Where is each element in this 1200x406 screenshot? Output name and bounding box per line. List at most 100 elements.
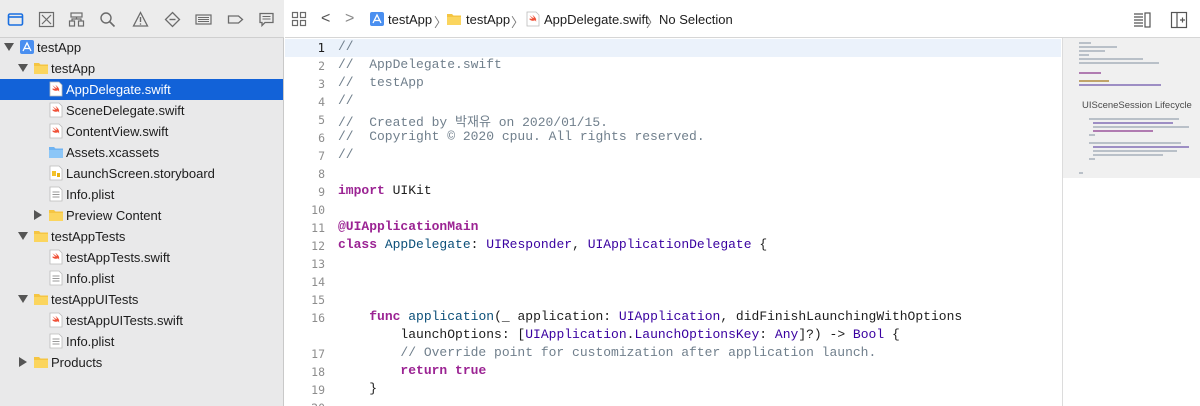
plist-file-icon [48, 270, 64, 286]
minimap-line [1079, 58, 1143, 60]
line-number: 19 [311, 383, 325, 397]
symbol-navigator-icon[interactable] [66, 9, 86, 29]
breadcrumb-symbol[interactable]: No Selection [659, 12, 733, 27]
line-number: 1 [317, 40, 325, 55]
breadcrumb-project[interactable]: testApp [388, 12, 432, 27]
source-control-icon[interactable] [36, 9, 56, 29]
code-line: // Created by 박재유 on 2020/01/15. [338, 115, 608, 130]
line-number: 5 [318, 113, 325, 127]
code-line: func application(_ application: UIApplic… [369, 309, 963, 324]
tree-item-info-plist[interactable]: Info.plist [0, 184, 283, 205]
tree-item-label: Preview Content [66, 208, 162, 223]
add-editor-icon[interactable] [1170, 11, 1188, 29]
folder-icon [33, 60, 49, 76]
minimap-line [1079, 50, 1105, 52]
jump-bar: < > testApp 〉 testApp 〉 AppDelegate.swif… [285, 0, 1200, 38]
tree-item-folder-testappuitests[interactable]: testAppUITests [0, 289, 283, 310]
asset-catalog-icon [48, 144, 64, 160]
tree-item-label: Info.plist [66, 187, 115, 202]
breakpoint-icon[interactable] [225, 9, 245, 29]
disclosure-expanded-icon[interactable] [4, 42, 14, 52]
breadcrumb-separator: 〉 [511, 15, 525, 30]
tree-item-info-plist[interactable]: Info.plist [0, 331, 283, 352]
tree-item-info-plist[interactable]: Info.plist [0, 268, 283, 289]
back-button[interactable]: < [321, 10, 330, 28]
minimap-line [1089, 158, 1095, 160]
folder-icon [446, 11, 462, 27]
tree-item-preview-content[interactable]: Preview Content [0, 205, 283, 226]
line-number: 6 [318, 131, 325, 145]
minimap-line [1089, 118, 1179, 120]
issue-icon[interactable] [130, 9, 150, 29]
tree-item-project-testapp[interactable]: testApp [0, 37, 283, 58]
code-line: // Override point for customization afte… [338, 345, 877, 360]
tree-item-assets[interactable]: Assets.xcassets [0, 142, 283, 163]
code-line: return true [400, 363, 487, 378]
project-navigator-icon[interactable] [5, 9, 25, 29]
project-icon [369, 11, 385, 27]
minimap-mark-label[interactable]: UISceneSession Lifecycle [1082, 100, 1192, 111]
tree-item-testapptests-swift[interactable]: testAppTests.swift [0, 247, 283, 268]
minimap[interactable]: UISceneSession Lifecycle [1062, 38, 1200, 406]
tree-item-label: SceneDelegate.swift [66, 103, 185, 118]
tree-item-label: testAppUITests [51, 292, 139, 307]
minimap-line [1079, 54, 1089, 56]
code-line: } [338, 381, 378, 396]
minimap-line [1093, 146, 1189, 148]
source-editor[interactable]: 1 // 2 // AppDelegate.swift 3 // testApp… [285, 38, 1061, 406]
related-items-icon[interactable] [291, 11, 307, 27]
minimap-line [1079, 84, 1161, 86]
disclosure-expanded-icon[interactable] [18, 231, 28, 241]
minimap-line [1093, 130, 1153, 132]
minimap-line [1089, 134, 1095, 136]
editor-options-icon[interactable] [1133, 11, 1151, 29]
tree-item-label: testAppTests [51, 229, 126, 244]
line-number: 12 [311, 239, 325, 253]
minimap-line [1079, 42, 1091, 44]
tree-item-folder-testapptests[interactable]: testAppTests [0, 226, 283, 247]
line-number: 18 [311, 365, 325, 379]
tree-item-appdelegate[interactable]: AppDelegate.swift [0, 79, 283, 100]
minimap-line [1089, 142, 1181, 144]
line-number: 7 [318, 149, 325, 163]
tree-item-testappuitests-swift[interactable]: testAppUITests.swift [0, 310, 283, 331]
breadcrumb-file[interactable]: AppDelegate.swift [544, 12, 649, 27]
line-number: 16 [311, 311, 325, 325]
tree-item-label: Assets.xcassets [66, 145, 160, 160]
tree-item-label: LaunchScreen.storyboard [66, 166, 215, 181]
line-number: 3 [318, 77, 325, 91]
find-icon[interactable] [97, 9, 117, 29]
disclosure-expanded-icon[interactable] [18, 294, 28, 304]
line-number: 20 [285, 401, 325, 406]
forward-button[interactable]: > [345, 10, 354, 28]
line-number: 8 [318, 167, 325, 181]
disclosure-collapsed-icon[interactable] [33, 210, 43, 220]
line-number: 10 [311, 203, 325, 217]
breadcrumb-folder[interactable]: testApp [466, 12, 510, 27]
project-navigator: testApp testApp AppDelegate.swift SceneD… [0, 0, 284, 406]
tree-item-label: AppDelegate.swift [66, 82, 171, 97]
debug-icon[interactable] [193, 9, 213, 29]
tree-item-folder-testapp[interactable]: testApp [0, 58, 283, 79]
swift-file-icon [525, 11, 541, 27]
minimap-line [1093, 122, 1173, 124]
disclosure-collapsed-icon[interactable] [18, 357, 28, 367]
line-number: 17 [311, 347, 325, 361]
code-line: // testApp [338, 75, 424, 90]
tree-item-label: Products [51, 355, 103, 370]
tree-item-scenedelegate[interactable]: SceneDelegate.swift [0, 100, 283, 121]
tree-item-label: testAppUITests.swift [66, 313, 184, 328]
code-line: @UIApplicationMain [338, 219, 479, 234]
minimap-line [1079, 46, 1117, 48]
tree-item-launchscreen[interactable]: LaunchScreen.storyboard [0, 163, 283, 184]
test-icon[interactable] [162, 9, 182, 29]
report-icon[interactable] [256, 9, 276, 29]
tree-item-folder-products[interactable]: Products [0, 352, 283, 373]
line-number: 9 [318, 185, 325, 199]
line-number: 4 [318, 95, 325, 109]
code-line: launchOptions: [UIApplication.LaunchOpti… [338, 327, 900, 342]
disclosure-expanded-icon[interactable] [18, 63, 28, 73]
line-number: 13 [311, 257, 325, 271]
tree-item-contentview[interactable]: ContentView.swift [0, 121, 283, 142]
breadcrumb-separator: 〉 [646, 15, 660, 30]
